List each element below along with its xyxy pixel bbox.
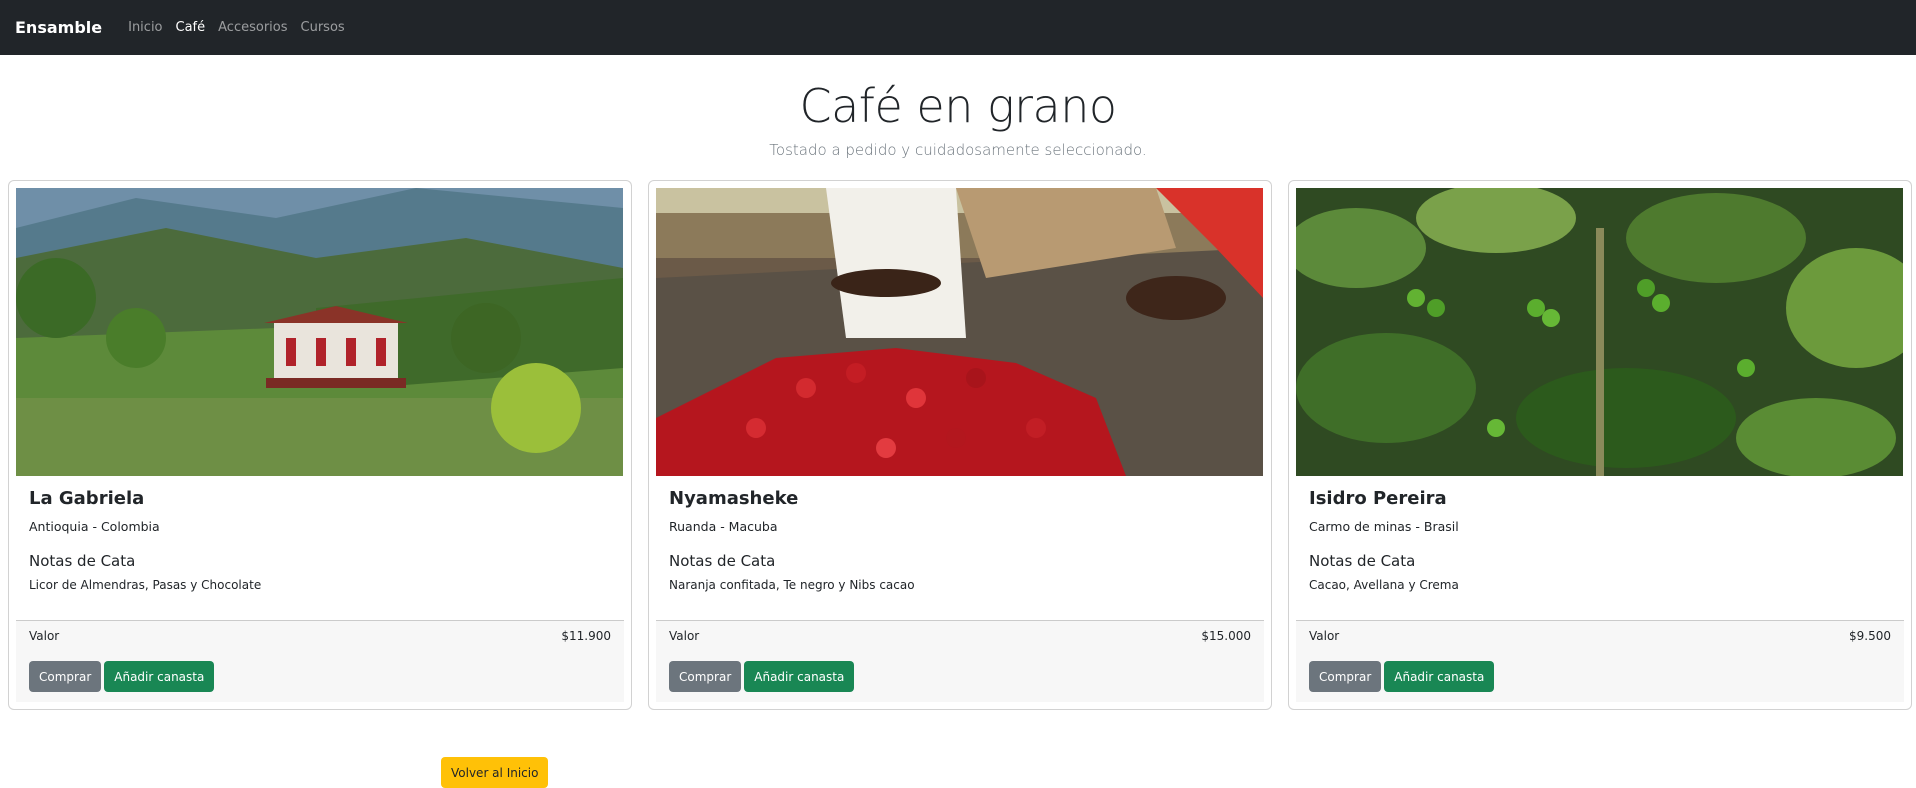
price-row: Valor $15.000: [669, 629, 1251, 643]
add-to-cart-button[interactable]: Añadir canasta: [104, 661, 215, 692]
card-origin: Ruanda - Macuba: [669, 519, 778, 534]
add-to-cart-button[interactable]: Añadir canasta: [1384, 661, 1495, 692]
price-row: Valor $11.900: [29, 629, 611, 643]
card-footer: Valor $15.000 Comprar Añadir canasta: [656, 620, 1264, 702]
price-label: Valor: [669, 629, 700, 643]
card-actions: Comprar Añadir canasta: [669, 661, 1251, 692]
product-image-mountain-farm: [16, 188, 623, 476]
tasting-notes-heading: Notas de Cata: [29, 552, 136, 570]
page-title: Café en grano: [799, 79, 1117, 133]
price-label: Valor: [1309, 629, 1340, 643]
card-title: Isidro Pereira: [1309, 488, 1447, 509]
tasting-notes-heading: Notas de Cata: [1309, 552, 1416, 570]
card-title: Nyamasheke: [669, 488, 799, 509]
card-body: La Gabriela Antioquia - Colombia Notas d…: [16, 476, 624, 620]
price-row: Valor $9.500: [1309, 629, 1891, 643]
add-to-cart-button[interactable]: Añadir canasta: [744, 661, 855, 692]
buy-button[interactable]: Comprar: [669, 661, 742, 692]
tasting-notes: Licor de Almendras, Pasas y Chocolate: [29, 578, 262, 592]
card-footer: Valor $11.900 Comprar Añadir canasta: [16, 620, 624, 702]
tasting-notes: Naranja confitada, Te negro y Nibs cacao: [669, 578, 915, 592]
buy-button[interactable]: Comprar: [1309, 661, 1382, 692]
product-card-nyamasheke: Nyamasheke Ruanda - Macuba Notas de Cata…: [648, 180, 1272, 710]
page-header: Café en grano Tostado a pedido y cuidado…: [0, 55, 1916, 180]
back-to-home-button[interactable]: Volver al Inicio: [441, 757, 549, 788]
card-body: Nyamasheke Ruanda - Macuba Notas de Cata…: [656, 476, 1264, 620]
nav-link-accesorios[interactable]: Accesorios: [218, 20, 287, 35]
price-value: $11.900: [561, 629, 611, 643]
page-subtitle: Tostado a pedido y cuidadosamente selecc…: [769, 141, 1147, 159]
card-title: La Gabriela: [29, 488, 145, 509]
top-navbar: Ensamble Inicio Café Accesorios Cursos: [0, 0, 1916, 55]
tasting-notes: Cacao, Avellana y Crema: [1309, 578, 1459, 592]
card-actions: Comprar Añadir canasta: [1309, 661, 1891, 692]
nav-link-cafe[interactable]: Café: [176, 20, 206, 35]
card-footer: Valor $9.500 Comprar Añadir canasta: [1296, 620, 1904, 702]
nav-link-cursos[interactable]: Cursos: [301, 20, 345, 35]
card-body: Isidro Pereira Carmo de minas - Brasil N…: [1296, 476, 1904, 620]
product-card-isidro-pereira: Isidro Pereira Carmo de minas - Brasil N…: [1288, 180, 1912, 710]
price-value: $9.500: [1849, 629, 1891, 643]
buy-button[interactable]: Comprar: [29, 661, 102, 692]
product-card-list: La Gabriela Antioquia - Colombia Notas d…: [8, 180, 1912, 710]
product-image-coffee-cherries: [656, 188, 1263, 476]
price-label: Valor: [29, 629, 60, 643]
card-origin: Antioquia - Colombia: [29, 519, 160, 534]
price-value: $15.000: [1201, 629, 1251, 643]
brand-logo[interactable]: Ensamble: [15, 18, 102, 37]
card-origin: Carmo de minas - Brasil: [1309, 519, 1459, 534]
nav-link-inicio[interactable]: Inicio: [128, 20, 162, 35]
tasting-notes-heading: Notas de Cata: [669, 552, 776, 570]
card-actions: Comprar Añadir canasta: [29, 661, 611, 692]
product-image-coffee-plant: [1296, 188, 1903, 476]
product-card-la-gabriela: La Gabriela Antioquia - Colombia Notas d…: [8, 180, 632, 710]
